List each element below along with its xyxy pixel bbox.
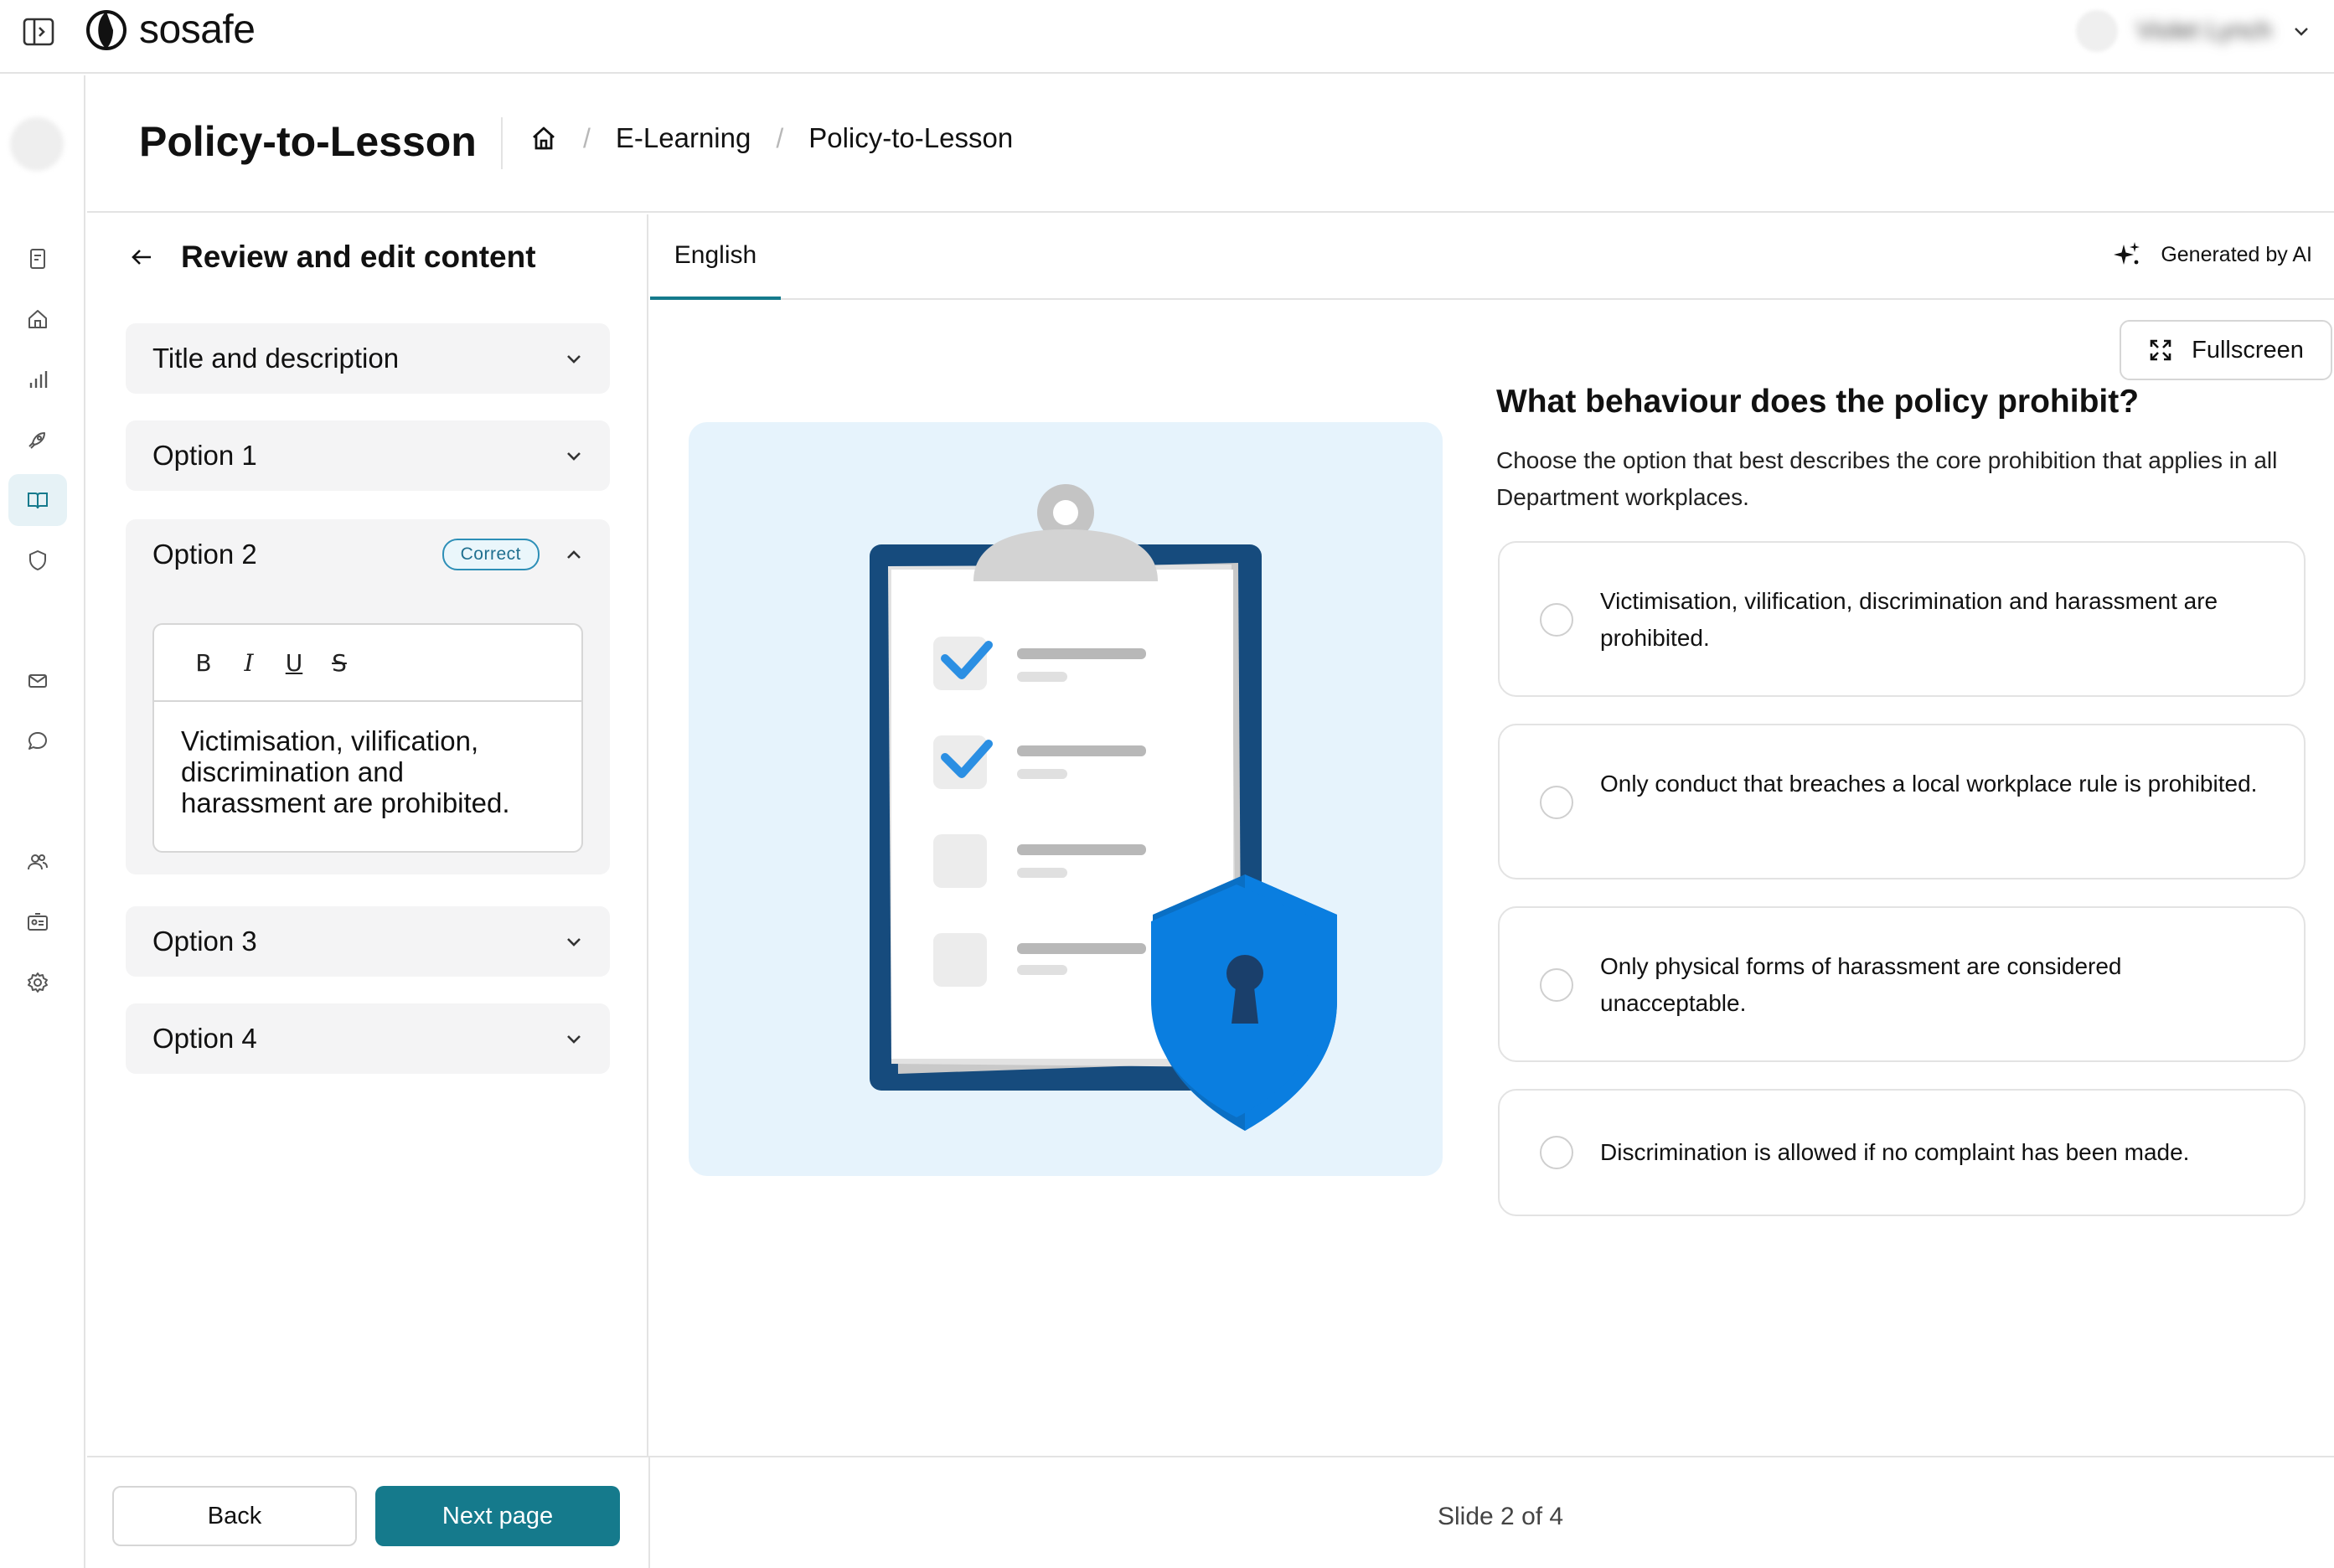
- answer-text: Victimisation, vilification, discriminat…: [1600, 588, 2218, 651]
- analytics-icon[interactable]: [8, 353, 67, 405]
- answer-text: Discrimination is allowed if no complain…: [1600, 1139, 2190, 1165]
- accordion-label: Option 1: [152, 440, 257, 471]
- slide-preview: English Generated by AI Fullscreen What …: [650, 214, 2334, 1457]
- accordion-label: Option 4: [152, 1023, 257, 1054]
- italic-button[interactable]: I: [238, 649, 260, 677]
- answer-option-1[interactable]: Victimisation, vilification, discriminat…: [1498, 541, 2306, 697]
- user-menu[interactable]: Violet Lynch: [2076, 10, 2312, 52]
- editor-header: Review and edit content: [129, 240, 536, 275]
- editor-panel: Review and edit content Title and descri…: [87, 214, 648, 1457]
- clipboard-shield-illustration: [870, 484, 1337, 1131]
- answer-option-2[interactable]: Only conduct that breaches a local workp…: [1498, 724, 2306, 879]
- page-title: Policy-to-Lesson: [139, 118, 477, 165]
- chat-icon[interactable]: [8, 715, 67, 767]
- radio-button[interactable]: [1540, 968, 1573, 1002]
- format-toolbar: B I U S: [154, 625, 581, 702]
- users-icon[interactable]: [8, 836, 67, 888]
- chevron-up-icon[interactable]: [563, 544, 585, 565]
- breadcrumb-home-icon[interactable]: [529, 124, 558, 152]
- logo[interactable]: sosafe: [84, 7, 256, 53]
- accordion-label: Option 2: [152, 539, 257, 570]
- page-header: Policy-to-Lesson / E-Learning / Policy-t…: [87, 75, 2334, 213]
- chevron-down-icon: [567, 452, 581, 461]
- rail-avatar[interactable]: [10, 117, 64, 171]
- rocket-icon[interactable]: [8, 414, 67, 466]
- fullscreen-label: Fullscreen: [2192, 336, 2304, 364]
- shield-icon[interactable]: [8, 534, 67, 586]
- answer-option-4[interactable]: Discrimination is allowed if no complain…: [1498, 1089, 2306, 1216]
- book-icon[interactable]: [8, 474, 67, 526]
- expand-icon: [2150, 339, 2171, 361]
- answer-text: Only physical forms of harassment are co…: [1600, 953, 2122, 1016]
- logo-text: sosafe: [139, 8, 256, 52]
- radio-button[interactable]: [1540, 1136, 1573, 1169]
- icon-rail: [0, 75, 85, 1568]
- radio-button[interactable]: [1540, 603, 1573, 637]
- footer-bar: Back Next page Slide 2 of 4: [87, 1456, 2334, 1568]
- sidebar-toggle-icon[interactable]: [22, 17, 55, 47]
- accordion-option-2[interactable]: Option 2 Correct B I U S Victimisation, …: [126, 519, 610, 874]
- rich-text-editor[interactable]: B I U S Victimisation, vilification, dis…: [152, 623, 583, 853]
- back-button[interactable]: Back: [112, 1486, 357, 1546]
- home-icon[interactable]: [8, 293, 67, 345]
- gear-icon[interactable]: [8, 957, 67, 1008]
- accordion-label: Title and description: [152, 343, 400, 374]
- underline-button[interactable]: U: [283, 649, 305, 677]
- chevron-down-icon: [567, 938, 581, 946]
- ai-label-text: Generated by AI: [2161, 242, 2312, 266]
- accordion-option-3[interactable]: Option 3: [126, 906, 610, 977]
- id-card-icon[interactable]: [8, 896, 67, 948]
- breadcrumb: / E-Learning / Policy-to-Lesson: [529, 122, 1013, 154]
- question-description: Choose the option that best describes th…: [1496, 447, 2278, 510]
- footer-divider: [648, 1457, 650, 1568]
- next-page-button[interactable]: Next page: [375, 1486, 620, 1546]
- correct-badge: Correct: [441, 539, 540, 570]
- option-text-field[interactable]: Victimisation, vilification, discriminat…: [154, 702, 581, 842]
- header-divider: [501, 117, 503, 169]
- accordion-option-4[interactable]: Option 4: [126, 1003, 610, 1074]
- strikethrough-button[interactable]: S: [328, 649, 350, 677]
- ai-generated-label: Generated by AI: [2112, 240, 2312, 270]
- chevron-down-icon: [2295, 28, 2308, 36]
- back-arrow-icon[interactable]: [129, 245, 154, 270]
- accordion-label: Option 3: [152, 926, 257, 957]
- breadcrumb-item-current: Policy-to-Lesson: [808, 122, 1014, 153]
- language-tabs: English Generated by AI: [650, 214, 2334, 300]
- radio-button[interactable]: [1540, 786, 1573, 819]
- user-avatar: [2076, 10, 2119, 52]
- question-block: What behaviour does the policy prohibit?…: [1496, 379, 2334, 516]
- bold-button[interactable]: B: [193, 649, 214, 677]
- top-bar: sosafe Violet Lynch: [0, 0, 2334, 74]
- tab-english[interactable]: English: [650, 214, 781, 300]
- chevron-down-icon: [567, 1035, 581, 1044]
- user-name: Violet Lynch: [2136, 17, 2272, 44]
- answer-text: Only conduct that breaches a local workp…: [1600, 771, 2258, 797]
- question-title: What behaviour does the policy prohibit?: [1496, 384, 2140, 420]
- editor-title: Review and edit content: [181, 240, 536, 274]
- lesson-illustration: [689, 422, 1443, 1176]
- logo-mark-icon: [86, 9, 127, 50]
- report-icon[interactable]: [8, 233, 67, 285]
- breadcrumb-separator: /: [583, 122, 591, 153]
- slide-counter: Slide 2 of 4: [1438, 1503, 1564, 1530]
- fullscreen-button[interactable]: Fullscreen: [2120, 320, 2332, 380]
- sparkle-icon: [2114, 242, 2140, 265]
- breadcrumb-separator: /: [776, 122, 784, 153]
- mail-icon[interactable]: [8, 655, 67, 707]
- accordion-option-1[interactable]: Option 1: [126, 420, 610, 491]
- breadcrumb-item-elearning[interactable]: E-Learning: [616, 122, 751, 154]
- answer-option-3[interactable]: Only physical forms of harassment are co…: [1498, 906, 2306, 1062]
- chevron-down-icon: [567, 355, 581, 364]
- accordion-title-description[interactable]: Title and description: [126, 323, 610, 394]
